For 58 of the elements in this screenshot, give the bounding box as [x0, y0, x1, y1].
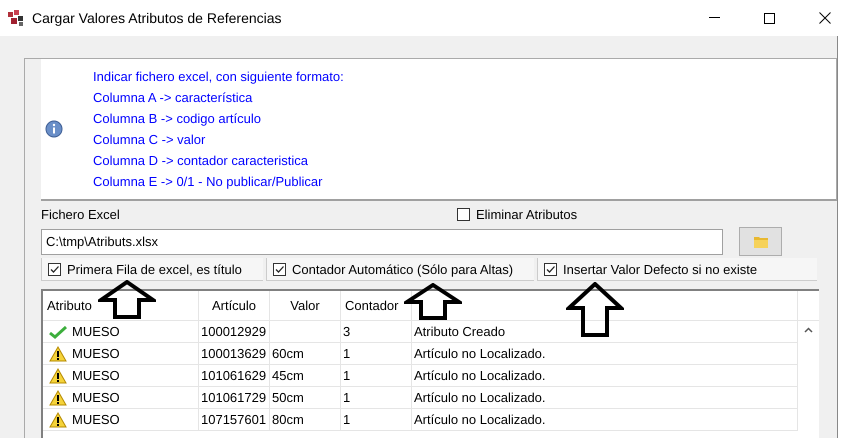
table-cell: Artículo no Localizado. [412, 343, 798, 365]
table-cell: 1 [341, 365, 412, 387]
checkbox[interactable] [544, 262, 557, 276]
table-cell: 50cm [270, 387, 341, 409]
arrow-annotation [98, 280, 156, 320]
info-text: Columna A -> característica [93, 89, 254, 106]
table-cell: 80cm [270, 409, 341, 431]
info-text: Columna C -> valor [93, 131, 206, 148]
warning-icon [49, 390, 67, 406]
checkbox[interactable] [273, 262, 286, 276]
scroll-up-icon [804, 327, 813, 333]
check-icon [49, 324, 67, 338]
arrow-annotation [566, 282, 624, 338]
table-cell: MUESO [72, 390, 120, 405]
info-text: Columna D -> contador caracteristica [93, 152, 309, 169]
table-cell: Atributo Creado [412, 321, 798, 343]
table-cell: 107157601 [199, 409, 270, 431]
minimize-icon [709, 17, 720, 19]
file-path-field[interactable]: C:\tmp\Atributs.xlsx [41, 228, 723, 254]
info-text: Columna B -> codigo artículo [93, 110, 262, 127]
table-cell: MUESO [72, 346, 120, 361]
table-cell: Artículo no Localizado. [412, 387, 798, 409]
table-cell: 100012929 [199, 321, 270, 343]
warning-icon [49, 346, 67, 362]
field-label: Fichero Excel [41, 206, 121, 222]
app-icon [8, 10, 24, 26]
column-header[interactable]: Artículo [199, 291, 270, 321]
table-cell: MUESO [72, 368, 120, 383]
maximize-icon [764, 12, 775, 24]
table-cell: 100013629 [199, 343, 270, 365]
info-text: Columna E -> 0/1 - No publicar/Publicar [93, 173, 324, 190]
table-cell [270, 321, 341, 343]
window-title: Cargar Valores Atributos de Referencias [32, 10, 283, 26]
table-cell: Artículo no Localizado. [412, 409, 798, 431]
table-cell: 45cm [270, 365, 341, 387]
warning-icon [49, 412, 67, 428]
table-cell: 1 [341, 343, 412, 365]
table-cell: 60cm [270, 343, 341, 365]
arrow-annotation [404, 283, 462, 321]
checkbox[interactable] [48, 262, 61, 276]
checkbox-label[interactable]: Eliminar Atributos [476, 206, 578, 222]
table-cell: 1 [341, 409, 412, 431]
table-cell: 101061629 [199, 365, 270, 387]
info-text: Indicar fichero excel, con siguiente formato: [93, 68, 344, 85]
table-cell: 3 [341, 321, 412, 343]
close-icon [818, 12, 830, 24]
table-cell: MUESO [72, 412, 120, 427]
checkbox[interactable] [457, 208, 470, 220]
table-cell: Artículo no Localizado. [412, 365, 798, 387]
column-header[interactable]: Atributo [43, 291, 199, 321]
folder-icon [754, 236, 768, 248]
table-cell: 101061729 [199, 387, 270, 409]
column-header[interactable]: Contador [341, 291, 412, 321]
warning-icon [49, 368, 67, 384]
info-icon [45, 120, 63, 138]
column-header[interactable]: Valor [270, 291, 341, 321]
table-cell: MUESO [72, 324, 120, 339]
table-cell: 1 [341, 387, 412, 409]
